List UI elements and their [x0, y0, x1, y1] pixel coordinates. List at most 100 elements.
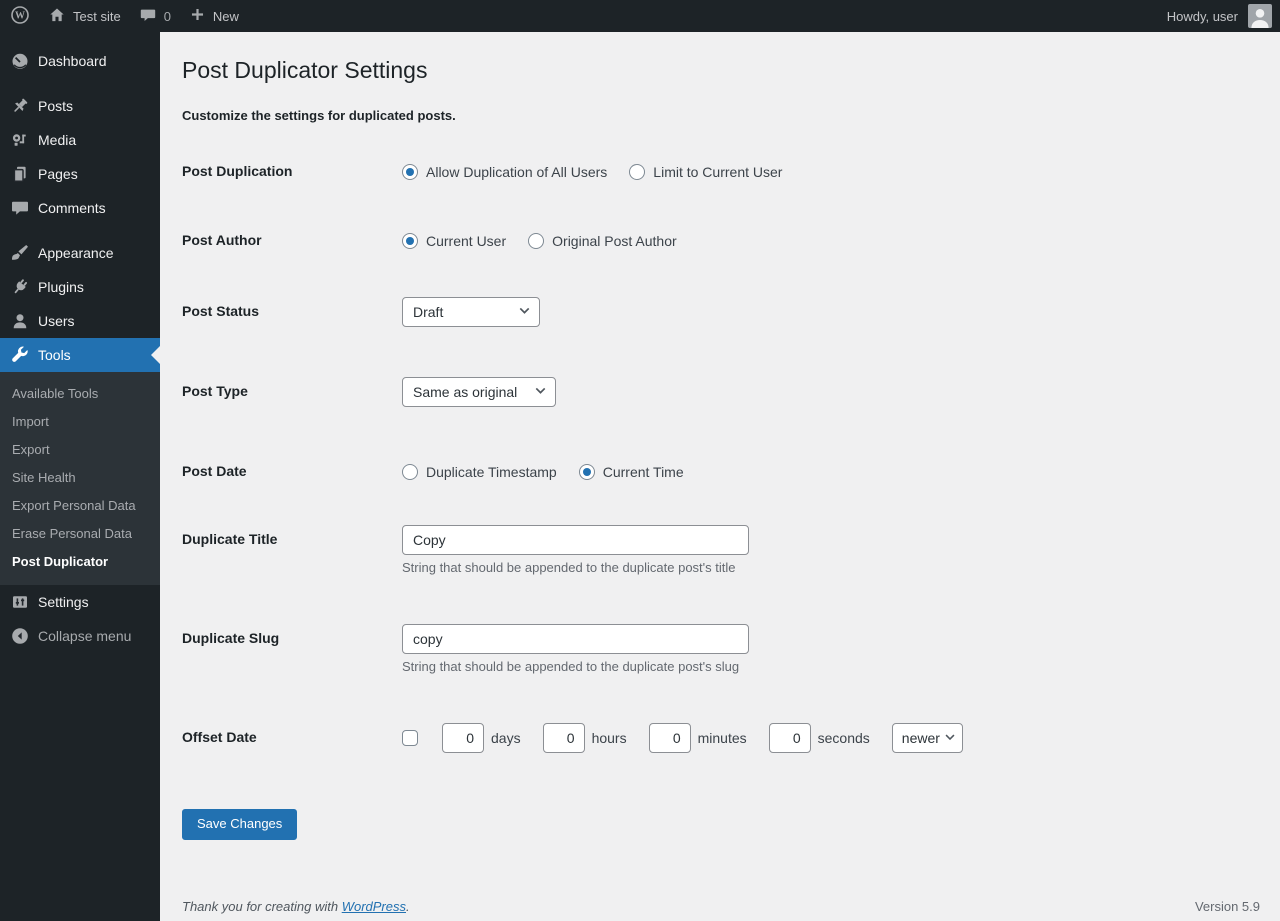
menu-separator [0, 225, 160, 236]
radio-limit-to-current-user[interactable]: Limit to Current User [629, 164, 782, 180]
tools-submenu: Available Tools Import Export Site Healt… [0, 372, 160, 585]
footer-thanks-suffix: . [406, 899, 410, 914]
settings-form: Post Duplication Allow Duplication of Al… [182, 157, 1260, 840]
submenu-item-export[interactable]: Export [0, 436, 160, 464]
account-menu[interactable]: Howdy, user [1158, 0, 1240, 32]
sidebar-item-media[interactable]: Media [0, 123, 160, 157]
radio-label: Current Time [603, 465, 684, 479]
row-duplicate-slug: Duplicate Slug String that should be app… [182, 624, 1260, 674]
sidebar-item-users[interactable]: Users [0, 304, 160, 338]
submenu-item-erase-personal-data[interactable]: Erase Personal Data [0, 520, 160, 548]
pushpin-icon [10, 96, 30, 116]
offset-date-label: Offset Date [182, 723, 402, 753]
sidebar-item-comments[interactable]: Comments [0, 191, 160, 225]
row-offset-date: Offset Date days hours minutes [182, 723, 1260, 753]
submenu-item-available-tools[interactable]: Available Tools [0, 380, 160, 408]
post-status-value: Draft [413, 304, 443, 320]
chevron-down-icon [533, 383, 548, 401]
home-icon [48, 6, 66, 27]
duplicate-slug-input[interactable] [402, 624, 749, 654]
save-changes-button[interactable]: Save Changes [182, 809, 297, 840]
offset-days-input[interactable] [442, 723, 484, 753]
submenu-item-post-duplicator[interactable]: Post Duplicator [0, 548, 160, 576]
comment-count: 0 [164, 9, 171, 24]
seconds-unit-label: seconds [818, 730, 870, 746]
offset-direction-value: newer [902, 730, 940, 746]
radio-current-user[interactable]: Current User [402, 233, 506, 249]
admin-bar: W Test site 0 New Howdy, user [0, 0, 1280, 32]
radio-button[interactable] [579, 464, 595, 480]
site-name-label: Test site [73, 9, 121, 24]
footer-thanks-text: Thank you for creating with WordPress. [182, 899, 410, 914]
comment-icon [10, 198, 30, 218]
row-post-type: Post Type Same as original [182, 377, 1260, 407]
sidebar-item-tools[interactable]: Tools [0, 338, 160, 372]
sidebar-item-appearance[interactable]: Appearance [0, 236, 160, 270]
radio-button[interactable] [402, 233, 418, 249]
sidebar-item-posts[interactable]: Posts [0, 89, 160, 123]
radio-current-time[interactable]: Current Time [579, 464, 684, 480]
submenu-item-site-health[interactable]: Site Health [0, 464, 160, 492]
wordpress-link[interactable]: WordPress [342, 899, 406, 914]
media-icon [10, 130, 30, 150]
minutes-unit-label: minutes [698, 730, 747, 746]
offset-seconds-input[interactable] [769, 723, 811, 753]
admin-sidebar: Dashboard Posts Media Pages Comments App… [0, 32, 160, 921]
sidebar-item-pages[interactable]: Pages [0, 157, 160, 191]
radio-button[interactable] [402, 164, 418, 180]
post-duplication-label: Post Duplication [182, 157, 402, 187]
offset-direction-select[interactable]: newer [892, 723, 963, 753]
sidebar-item-label: Comments [38, 201, 106, 215]
radio-button[interactable] [402, 464, 418, 480]
post-status-label: Post Status [182, 297, 402, 327]
offset-hours-input[interactable] [543, 723, 585, 753]
radio-duplicate-timestamp[interactable]: Duplicate Timestamp [402, 464, 557, 480]
sidebar-item-settings[interactable]: Settings [0, 585, 160, 619]
submenu-item-import[interactable]: Import [0, 408, 160, 436]
offset-date-checkbox[interactable] [402, 730, 418, 746]
main-content: Post Duplicator Settings Customize the s… [160, 32, 1280, 921]
svg-text:W: W [15, 10, 25, 21]
sidebar-item-label: Pages [38, 167, 78, 181]
row-post-status: Post Status Draft [182, 297, 1260, 327]
radio-button[interactable] [629, 164, 645, 180]
sidebar-item-label: Tools [38, 348, 71, 362]
post-date-label: Post Date [182, 457, 402, 487]
wrench-icon [10, 345, 30, 365]
collapse-menu-label: Collapse menu [38, 629, 131, 643]
wordpress-menu[interactable]: W [0, 0, 39, 32]
avatar[interactable] [1248, 4, 1272, 28]
post-status-select[interactable]: Draft [402, 297, 540, 327]
duplicate-title-description: String that should be appended to the du… [402, 560, 749, 575]
footer-version: Version 5.9 [1195, 899, 1260, 914]
offset-minutes-input[interactable] [649, 723, 691, 753]
sidebar-item-label: Users [38, 314, 75, 328]
post-type-select[interactable]: Same as original [402, 377, 556, 407]
footer: Thank you for creating with WordPress. V… [182, 899, 1260, 914]
post-author-label: Post Author [182, 226, 402, 256]
wordpress-logo-icon: W [10, 5, 30, 28]
duplicate-title-label: Duplicate Title [182, 525, 402, 575]
site-name-link[interactable]: Test site [39, 0, 130, 32]
sidebar-item-label: Dashboard [38, 54, 107, 68]
collapse-menu-button[interactable]: Collapse menu [0, 619, 160, 653]
duplicate-title-input[interactable] [402, 525, 749, 555]
sidebar-item-plugins[interactable]: Plugins [0, 270, 160, 304]
post-type-label: Post Type [182, 377, 402, 407]
radio-button[interactable] [528, 233, 544, 249]
post-type-value: Same as original [413, 384, 517, 400]
row-post-date: Post Date Duplicate Timestamp Current Ti… [182, 457, 1260, 487]
row-post-duplication: Post Duplication Allow Duplication of Al… [182, 157, 1260, 187]
chevron-down-icon [943, 730, 957, 747]
radio-label: Limit to Current User [653, 165, 782, 179]
comments-shortcut[interactable]: 0 [130, 0, 180, 32]
radio-label: Current User [426, 234, 506, 248]
sidebar-item-dashboard[interactable]: Dashboard [0, 44, 160, 78]
radio-allow-duplication-all-users[interactable]: Allow Duplication of All Users [402, 164, 607, 180]
dashboard-icon [10, 51, 30, 71]
new-label: New [213, 9, 239, 24]
radio-original-post-author[interactable]: Original Post Author [528, 233, 677, 249]
sliders-icon [10, 592, 30, 612]
new-content-menu[interactable]: New [180, 0, 248, 32]
submenu-item-export-personal-data[interactable]: Export Personal Data [0, 492, 160, 520]
